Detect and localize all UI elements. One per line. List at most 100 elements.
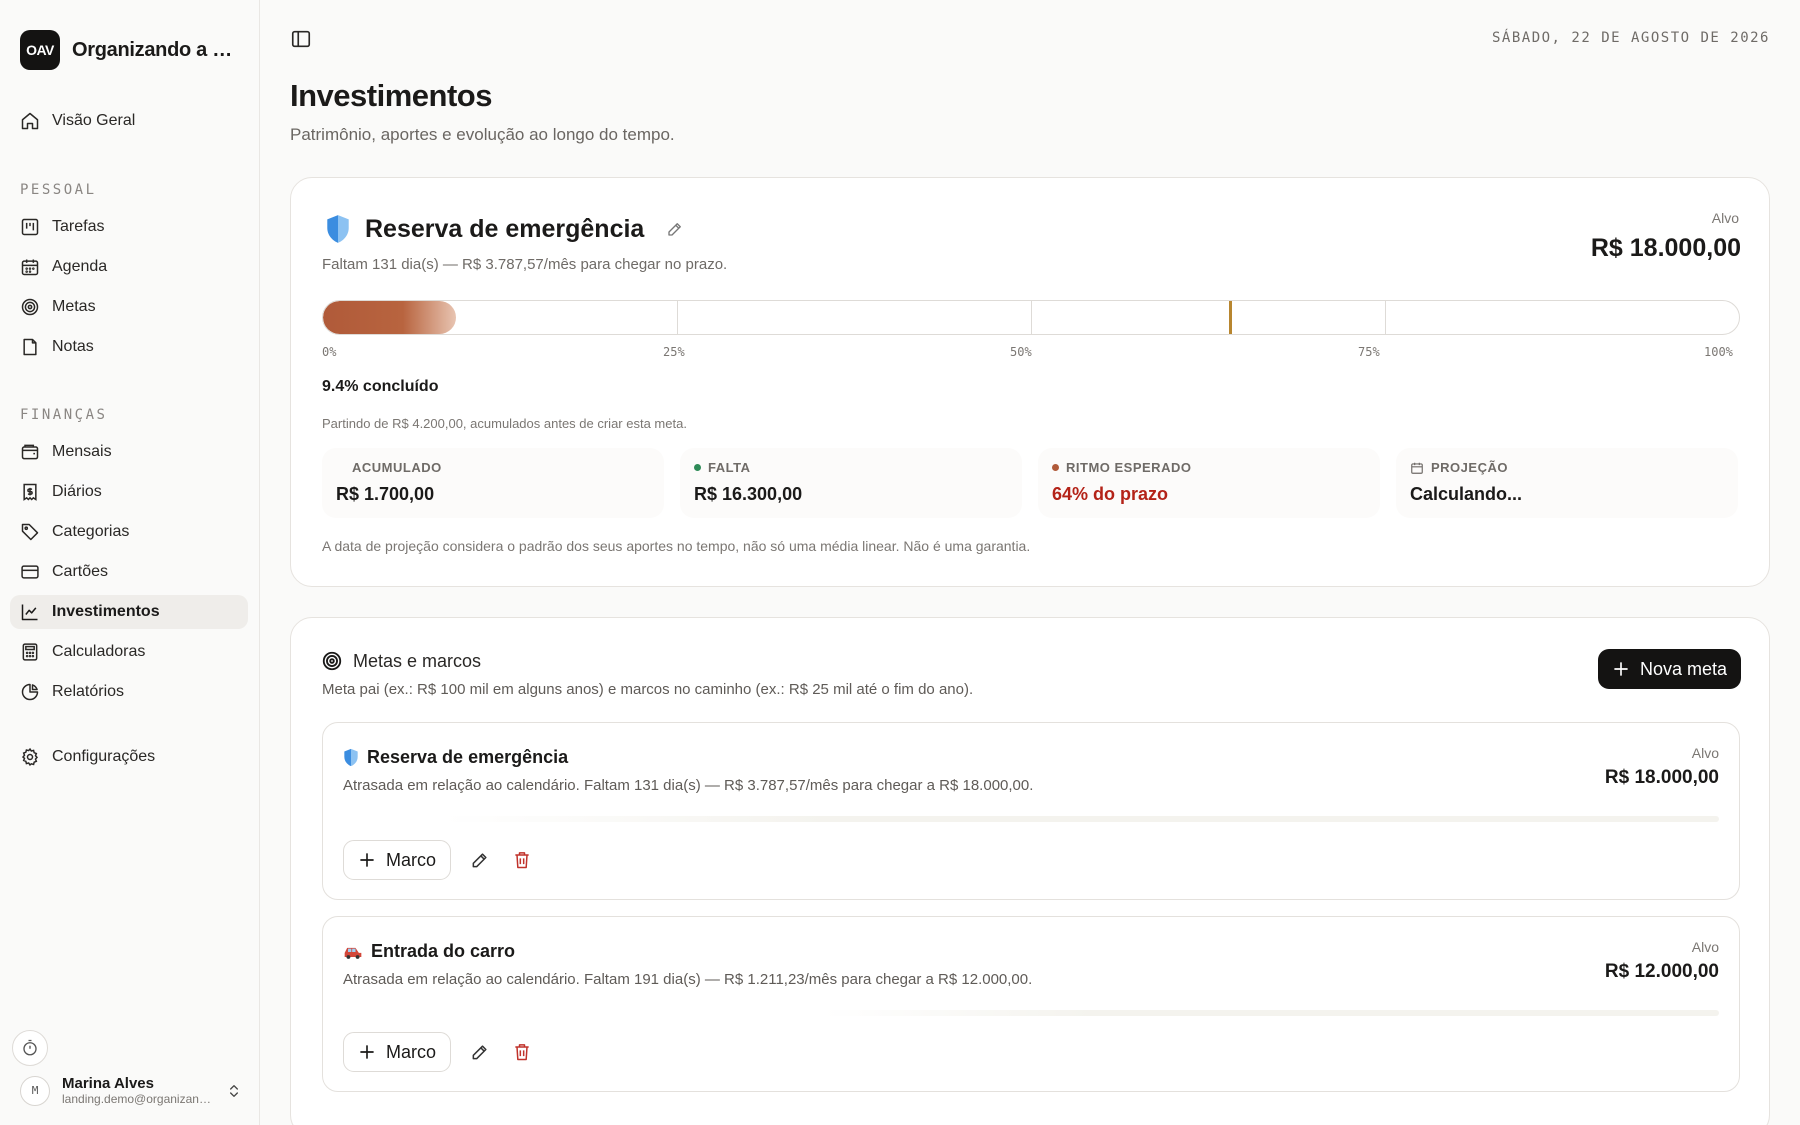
- timer-icon: [23, 1039, 37, 1056]
- sidebar-item-label: Agenda: [52, 258, 108, 275]
- emergency-fund-card: Reserva de emergência Faltam 131 dia(s) …: [290, 177, 1770, 587]
- expected-pace-marker: [1229, 301, 1233, 334]
- receipt-icon: [23, 483, 37, 501]
- add-milestone-button[interactable]: Marco: [343, 1032, 452, 1072]
- goal-name: Entrada do carro: [371, 941, 516, 961]
- sidebar-item-cartoes[interactable]: Cartões: [10, 555, 248, 589]
- credit-card-icon: [21, 565, 39, 579]
- sidebar-item-agenda[interactable]: Agenda: [10, 250, 248, 284]
- sidebar-item-diarios[interactable]: Diários: [10, 475, 248, 509]
- sidebar: OAV Organizando a Vida Visão Geral PESSO…: [0, 0, 260, 1125]
- stat-value: R$ 1.700,00: [336, 484, 435, 504]
- stat-label-text: ACUMULADO: [352, 460, 442, 475]
- sidebar-item-label: Metas: [52, 298, 96, 315]
- line-chart-icon: [21, 604, 38, 621]
- calendar-icon: [21, 259, 39, 276]
- goal-header: Entrada do carro: [343, 941, 515, 962]
- stat-label-text: RITMO ESPERADO: [1066, 460, 1192, 475]
- stat-label-text: FALTA: [708, 460, 751, 475]
- target-icon: [322, 651, 342, 671]
- add-milestone-label: Marco: [386, 849, 437, 870]
- pencil-icon: [472, 1045, 487, 1060]
- sidebar-item-tarefas[interactable]: Tarefas: [10, 210, 248, 244]
- edit-goal-button[interactable]: [467, 1039, 493, 1065]
- home-icon: [21, 112, 39, 130]
- stat-projection: PROJEÇÃO Calculando...: [1396, 448, 1738, 518]
- status-dot: [694, 464, 701, 471]
- page-title: Investimentos: [290, 78, 492, 113]
- pencil-icon: [472, 853, 487, 868]
- target-icon: [21, 298, 39, 316]
- page-subtitle: Patrimônio, aportes e evolução ao longo …: [290, 125, 675, 144]
- scale-label-75: 75%: [1358, 345, 1380, 359]
- stat-expected-pace: RITMO ESPERADO 64% do prazo: [1038, 448, 1380, 518]
- status-dot: [1052, 464, 1059, 471]
- shield-icon: [327, 215, 349, 243]
- progress-tick-50: [1031, 301, 1032, 334]
- trash-icon: [515, 1044, 529, 1061]
- avatar: M: [20, 1075, 50, 1106]
- plus-icon: [360, 1045, 374, 1059]
- progress-tick-25: [677, 301, 678, 334]
- sidebar-item-categorias[interactable]: Categorias: [10, 515, 248, 549]
- add-milestone-button[interactable]: Marco: [343, 840, 452, 880]
- sidebar-item-mensais[interactable]: Mensais: [10, 435, 248, 469]
- delete-goal-button[interactable]: [509, 1039, 535, 1065]
- user-menu[interactable]: M Marina Alves landing.demo@organizando.…: [20, 1075, 242, 1106]
- add-milestone-label: Marco: [386, 1041, 437, 1062]
- sidebar-toggle-button[interactable]: [290, 28, 312, 50]
- tags-icon: [21, 523, 39, 541]
- sidebar-item-label: Mensais: [52, 443, 112, 460]
- section-label-finance: FINANÇAS: [20, 407, 108, 423]
- calendar-icon: [1411, 462, 1423, 474]
- note-icon: [23, 338, 37, 356]
- user-email: landing.demo@organizando.app: [62, 1092, 212, 1106]
- sidebar-item-label: Calculadoras: [52, 643, 146, 660]
- goal-target-value: R$ 12.000,00: [1604, 961, 1719, 982]
- edit-goal-button[interactable]: [467, 847, 493, 873]
- sidebar-item-calculadoras[interactable]: Calculadoras: [10, 635, 248, 669]
- timer-button[interactable]: [12, 1030, 48, 1066]
- emergency-fund-title: Reserva de emergência: [365, 214, 645, 243]
- new-goal-button[interactable]: Nova meta: [1597, 649, 1741, 689]
- new-goal-label: Nova meta: [1639, 658, 1727, 679]
- stat-value: R$ 16.300,00: [694, 484, 803, 504]
- scale-label-100: 100%: [1704, 345, 1733, 359]
- stat-value: 64% do prazo: [1052, 484, 1169, 504]
- sidebar-item-notas[interactable]: Notas: [10, 330, 248, 364]
- plus-icon: [360, 853, 374, 867]
- edit-goal-button[interactable]: [666, 220, 684, 238]
- pie-chart-icon: [21, 683, 39, 701]
- sidebar-item-label: Diários: [52, 483, 102, 500]
- progress-fill: [323, 301, 457, 334]
- sidebar-item-metas[interactable]: Metas: [10, 290, 248, 324]
- progress-tick-75: [1385, 301, 1386, 334]
- sidebar-item-overview[interactable]: Visão Geral: [10, 104, 248, 138]
- gear-icon: [21, 747, 38, 767]
- sidebar-item-label: Tarefas: [52, 218, 105, 235]
- calculator-icon: [22, 643, 38, 661]
- emergency-fund-header: Reserva de emergência: [325, 214, 684, 244]
- sidebar-item-label: Notas: [52, 338, 94, 355]
- emergency-progress-bar: [322, 300, 1740, 335]
- sidebar-item-relatorios[interactable]: Relatórios: [10, 675, 248, 709]
- wallet-icon: [21, 444, 39, 460]
- scale-label-0: 0%: [322, 345, 337, 359]
- scale-label-25: 25%: [663, 345, 685, 359]
- section-label-personal: PESSOAL: [20, 182, 97, 198]
- sidebar-item-label: Relatórios: [52, 683, 125, 700]
- starting-amount-text: Partindo de R$ 4.200,00, acumulados ante…: [322, 416, 687, 431]
- sidebar-item-label: Investimentos: [52, 603, 160, 620]
- goal-progress-track: [823, 1010, 1719, 1016]
- goal-target-value: R$ 18.000,00: [1604, 767, 1719, 788]
- sidebar-item-configuracoes[interactable]: Configurações: [10, 740, 248, 774]
- completion-text: 9.4% concluído: [322, 378, 439, 395]
- goal-description: Atrasada em relação ao calendário. Falta…: [343, 777, 1034, 794]
- target-label: Alvo: [1711, 210, 1739, 226]
- brand[interactable]: OAV Organizando a Vida: [20, 30, 240, 70]
- goal-item: Reserva de emergência Atrasada em relaçã…: [322, 722, 1740, 900]
- sidebar-item-investimentos[interactable]: Investimentos: [10, 595, 248, 629]
- goal-progress-track: [443, 816, 1719, 822]
- brand-name: Organizando a Vida: [72, 38, 240, 61]
- delete-goal-button[interactable]: [509, 847, 535, 873]
